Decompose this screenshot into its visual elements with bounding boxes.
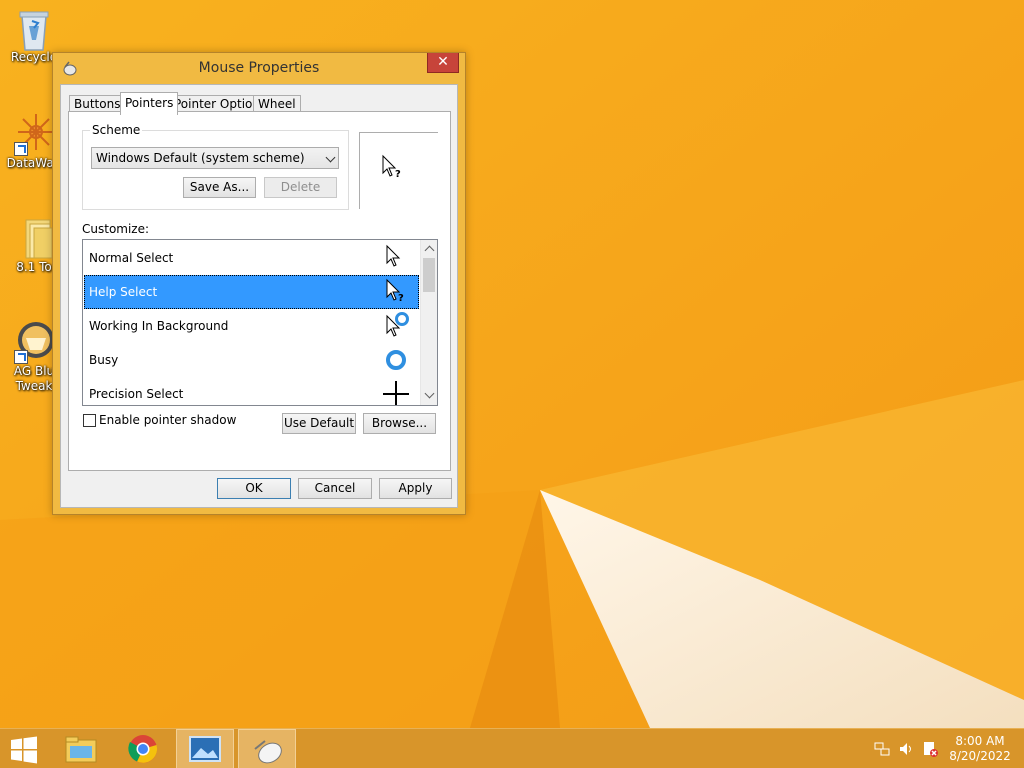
scrollbar-thumb[interactable] — [423, 258, 435, 292]
customize-label: Customize: — [82, 222, 150, 236]
action-center-icon[interactable] — [922, 741, 938, 757]
scroll-up-icon[interactable] — [424, 245, 435, 256]
scroll-down-icon[interactable] — [424, 388, 435, 399]
photos-icon — [189, 736, 221, 762]
taskbar-mouse-properties[interactable] — [238, 729, 296, 768]
arrow-cursor-icon — [386, 244, 401, 267]
network-icon[interactable] — [874, 741, 890, 757]
tab-pointers[interactable]: Pointers — [120, 92, 179, 115]
list-item-normal-select[interactable]: Normal Select — [84, 241, 419, 275]
list-item-busy[interactable]: Busy — [84, 343, 419, 377]
mouse-icon — [254, 740, 282, 764]
list-item-label: Busy — [89, 353, 119, 367]
dialog-client-area: Buttons Pointers Pointer Options Wheel S… — [60, 84, 458, 508]
pointers-tab-panel: Scheme Windows Default (system scheme) S… — [68, 111, 451, 471]
browse-button[interactable]: Browse... — [363, 413, 436, 434]
scheme-select-value: Windows Default (system scheme) — [96, 151, 305, 165]
help-cursor-icon: ? — [386, 278, 404, 304]
busy-cursor-icon — [386, 350, 406, 370]
list-item-label: Help Select — [89, 285, 158, 299]
delete-button[interactable]: Delete — [264, 177, 337, 198]
pointer-preview: ? — [359, 132, 438, 209]
close-icon: ✕ — [437, 54, 449, 70]
start-button[interactable] — [0, 729, 50, 768]
crosshair-cursor-icon — [383, 381, 409, 405]
working-cursor-icon — [386, 312, 409, 337]
taskbar: 8:00 AM 8/20/2022 — [0, 728, 1024, 768]
enable-pointer-shadow-label[interactable]: Enable pointer shadow — [99, 413, 236, 427]
list-item-label: Precision Select — [89, 387, 184, 401]
cancel-button[interactable]: Cancel — [298, 478, 372, 499]
list-item-working-in-background[interactable]: Working In Background — [84, 309, 419, 343]
mouse-properties-dialog: Mouse Properties ✕ Buttons Pointers Poin… — [52, 52, 466, 515]
close-button[interactable]: ✕ — [427, 53, 459, 73]
title-bar[interactable]: Mouse Properties ✕ — [53, 53, 465, 83]
file-explorer-icon — [65, 736, 97, 763]
ok-button[interactable]: OK — [217, 478, 291, 499]
clock-date: 8/20/2022 — [949, 749, 1011, 763]
volume-icon[interactable] — [898, 741, 914, 757]
scheme-groupbox: Scheme Windows Default (system scheme) S… — [82, 123, 349, 210]
list-item-help-select[interactable]: Help Select ? — [84, 275, 419, 309]
list-item-label: Working In Background — [89, 319, 229, 333]
shortcut-arrow-icon — [14, 350, 28, 364]
shortcut-arrow-icon — [14, 142, 28, 156]
ag-blu-tweak-icon — [14, 320, 54, 364]
clock-time: 8:00 AM — [955, 734, 1005, 748]
use-default-button[interactable]: Use Default — [282, 413, 356, 434]
svg-text:?: ? — [395, 169, 401, 180]
system-clock[interactable]: 8:00 AM 8/20/2022 — [946, 734, 1014, 764]
taskbar-chrome[interactable] — [114, 729, 172, 768]
save-as-button[interactable]: Save As... — [183, 177, 256, 198]
list-item-label: Normal Select — [89, 251, 174, 265]
scheme-select[interactable]: Windows Default (system scheme) — [91, 147, 339, 169]
svg-text:?: ? — [398, 293, 404, 304]
help-cursor-icon: ? — [382, 154, 401, 180]
windows-logo-icon — [11, 736, 37, 764]
vertical-scrollbar[interactable] — [420, 240, 437, 405]
datawag-icon — [14, 112, 54, 156]
recycle-bin-icon — [14, 6, 54, 51]
taskbar-file-explorer[interactable] — [52, 729, 110, 768]
folder-icon — [14, 216, 54, 260]
chevron-down-icon — [325, 152, 336, 163]
window-title: Mouse Properties — [198, 60, 320, 76]
scheme-label: Scheme — [90, 123, 143, 137]
list-item-precision-select[interactable]: Precision Select — [84, 377, 419, 405]
apply-button[interactable]: Apply — [379, 478, 452, 499]
cursor-list[interactable]: Normal Select Help Select ? Working In B… — [82, 239, 438, 406]
taskbar-photos[interactable] — [176, 729, 234, 768]
enable-pointer-shadow-checkbox[interactable] — [83, 414, 96, 427]
chrome-icon — [128, 735, 158, 763]
